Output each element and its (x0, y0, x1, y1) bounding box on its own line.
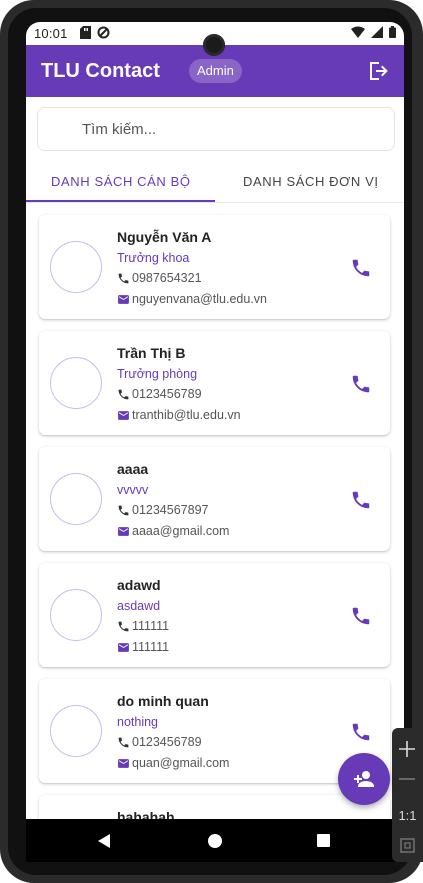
sd-card-icon (80, 26, 91, 39)
contact-email-row: quan@gmail.com (117, 756, 229, 770)
system-nav-bar (26, 819, 404, 862)
emulator-side-toolbar: 1:1 (392, 728, 423, 862)
email-icon (118, 294, 129, 304)
contact-card[interactable]: Nguyễn Văn A Trưởng khoa 0987654321 nguy… (39, 215, 390, 319)
contact-position: vvvvv (117, 483, 149, 497)
contact-position: Trưởng phòng (117, 367, 198, 381)
tab-bar: DANH SÁCH CÁN BỘ DANH SÁCH ĐƠN VỊ (26, 160, 404, 203)
contact-phone-row: 0987654321 (117, 271, 202, 285)
front-camera (203, 34, 225, 56)
email-icon (118, 410, 129, 420)
home-icon[interactable] (208, 834, 222, 848)
contact-name: aaaa (117, 461, 149, 477)
email-icon (118, 526, 129, 536)
contact-card[interactable]: aaaa vvvvv 01234567897 aaaa@gmail.com (39, 447, 390, 551)
contact-email-row: tranthib@tlu.edu.vn (117, 408, 241, 422)
battery-icon (389, 26, 396, 38)
phone-screen: 10:01 TLU Contact Admin Tìm kiếm... DANH… (26, 22, 404, 862)
contact-position: Trưởng khoa (117, 251, 190, 265)
contact-phone: 111111 (132, 619, 170, 633)
zoom-ratio-label[interactable]: 1:1 (392, 808, 423, 823)
call-icon[interactable] (350, 257, 372, 279)
fit-screen-icon[interactable] (392, 838, 423, 854)
phone-icon (118, 621, 129, 631)
contact-email-row: 111111 (117, 640, 169, 654)
avatar (50, 241, 102, 293)
email-icon (118, 758, 129, 768)
contact-name: Nguyễn Văn A (117, 229, 212, 245)
tab-indicator (26, 200, 215, 202)
contact-phone: 0123456789 (132, 387, 202, 401)
contact-email-row: aaaa@gmail.com (117, 524, 229, 538)
phone-icon (118, 273, 129, 283)
contact-email: nguyenvana@tlu.edu.vn (132, 292, 268, 306)
tab-staff-list[interactable]: DANH SÁCH CÁN BỘ (51, 174, 191, 189)
tab-unit-list[interactable]: DANH SÁCH ĐƠN VỊ (243, 174, 379, 189)
status-notification-icons (80, 26, 110, 39)
contact-card[interactable]: do minh quan nothing 0123456789 quan@gma… (39, 679, 390, 783)
data-saver-icon (97, 26, 110, 39)
logout-icon[interactable] (366, 59, 390, 83)
contact-card[interactable]: adawd asdawd 111111 111111 (39, 563, 390, 667)
call-icon[interactable] (350, 373, 372, 395)
role-badge: Admin (189, 59, 242, 83)
zoom-in-icon[interactable] (392, 740, 423, 758)
back-icon[interactable] (98, 834, 112, 848)
contact-position: nothing (117, 715, 159, 729)
add-contact-button[interactable] (338, 753, 390, 805)
contact-email: quan@gmail.com (132, 756, 230, 770)
contact-email-row: nguyenvana@tlu.edu.vn (117, 292, 267, 306)
main-content: Tìm kiếm... DANH SÁCH CÁN BỘ DANH SÁCH Đ… (26, 97, 404, 819)
call-icon[interactable] (350, 489, 372, 511)
search-input[interactable]: Tìm kiếm... (37, 107, 395, 151)
contact-card[interactable]: hahahah (39, 795, 390, 819)
contact-name: Trần Thị B (117, 345, 186, 361)
contact-name: hahahah (117, 809, 175, 819)
contact-phone-row: 0123456789 (117, 735, 202, 749)
contact-name: do minh quan (117, 693, 209, 709)
phone-icon (118, 737, 129, 747)
avatar (50, 357, 102, 409)
contact-card[interactable]: Trần Thị B Trưởng phòng 0123456789 trant… (39, 331, 390, 435)
call-icon[interactable] (350, 721, 372, 743)
phone-icon (118, 389, 129, 399)
avatar (50, 705, 102, 757)
contact-phone-row: 01234567897 (117, 503, 208, 517)
avatar (50, 589, 102, 641)
status-time: 10:01 (34, 26, 68, 41)
contact-email: aaaa@gmail.com (132, 524, 230, 538)
signal-icon (371, 26, 383, 38)
contact-phone: 0987654321 (132, 271, 202, 285)
email-icon (118, 642, 129, 652)
status-system-icons (351, 26, 396, 38)
zoom-out-icon[interactable] (392, 774, 423, 784)
contact-email: tranthib@tlu.edu.vn (132, 408, 241, 422)
search-placeholder: Tìm kiếm... (82, 121, 157, 138)
contact-email: 111111 (132, 640, 170, 654)
wifi-icon (351, 26, 365, 38)
contact-position: asdawd (117, 599, 161, 613)
phone-icon (118, 505, 129, 515)
contact-phone: 0123456789 (132, 735, 202, 749)
recents-icon[interactable] (317, 834, 330, 847)
call-icon[interactable] (350, 605, 372, 627)
person-add-icon (354, 771, 374, 787)
app-title: TLU Contact (41, 60, 160, 82)
avatar (50, 473, 102, 525)
contact-phone-row: 111111 (117, 619, 169, 633)
contact-phone-row: 0123456789 (117, 387, 202, 401)
contact-phone: 01234567897 (132, 503, 209, 517)
contact-name: adawd (117, 577, 161, 593)
